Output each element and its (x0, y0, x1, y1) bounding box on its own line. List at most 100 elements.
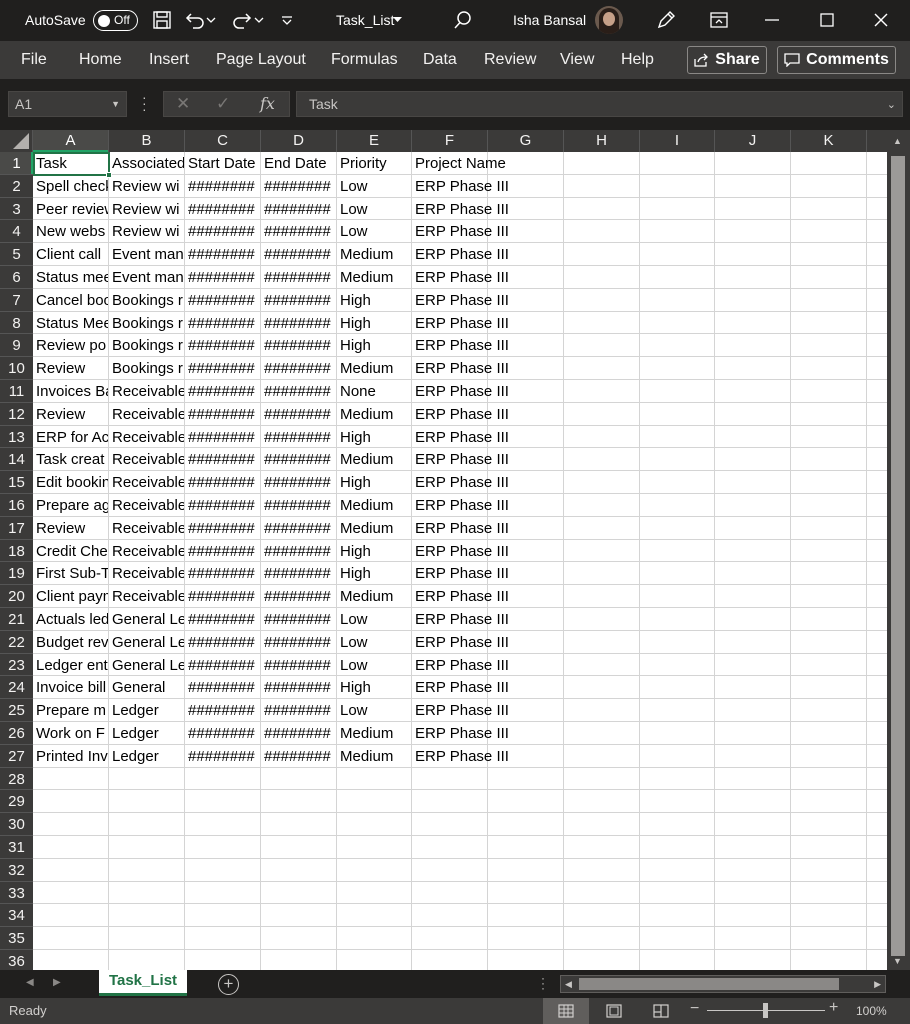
cell-e27[interactable]: Medium (337, 745, 411, 768)
cell-f19[interactable]: ERP Phase III (412, 562, 562, 585)
cell-c9[interactable]: ######## (185, 334, 260, 357)
row-header-13[interactable]: 13 (0, 425, 33, 449)
cell-f16[interactable]: ERP Phase III (412, 494, 562, 517)
prev-sheet-icon[interactable]: ◀ (26, 977, 34, 988)
cell-f4[interactable]: ERP Phase III (412, 220, 562, 243)
cell-a4[interactable]: New webs (33, 220, 108, 243)
cell-e26[interactable]: Medium (337, 722, 411, 745)
name-box[interactable]: A1 ▼ (8, 91, 127, 117)
row-header-11[interactable]: 11 (0, 380, 33, 403)
cell-f2[interactable]: ERP Phase III (412, 175, 562, 198)
tab-review[interactable]: Review (484, 51, 536, 69)
cell-e13[interactable]: High (337, 426, 411, 449)
cell-d13[interactable]: ######## (261, 426, 336, 449)
cell-e10[interactable]: Medium (337, 357, 411, 380)
cell-e15[interactable]: High (337, 471, 411, 494)
title-dropdown-icon[interactable] (390, 8, 404, 32)
cell-b5[interactable]: Event man (109, 243, 184, 266)
row-header-8[interactable]: 8 (0, 311, 33, 335)
cell-d5[interactable]: ######## (261, 243, 336, 266)
cell-b9[interactable]: Bookings r (109, 334, 184, 357)
row-header-21[interactable]: 21 (0, 608, 33, 631)
cell-b21[interactable]: General Le (109, 608, 184, 631)
cell-c27[interactable]: ######## (185, 745, 260, 768)
scroll-up-icon[interactable]: ▲ (893, 136, 902, 146)
cell-d9[interactable]: ######## (261, 334, 336, 357)
row-header-36[interactable]: 36 (0, 950, 33, 970)
page-layout-view-button[interactable] (591, 998, 637, 1024)
column-header-d[interactable]: D (261, 130, 337, 152)
cell-c4[interactable]: ######## (185, 220, 260, 243)
cell-d14[interactable]: ######## (261, 448, 336, 471)
cell-f22[interactable]: ERP Phase III (412, 631, 562, 654)
column-header-a[interactable]: A (33, 130, 109, 152)
cell-b1[interactable]: Associated (109, 152, 184, 175)
cell-a16[interactable]: Prepare ag (33, 494, 108, 517)
cell-a7[interactable]: Cancel boo (33, 289, 108, 312)
column-header-h[interactable]: H (564, 130, 640, 152)
maximize-icon[interactable] (815, 8, 839, 32)
cell-e24[interactable]: High (337, 676, 411, 699)
zoom-out-button[interactable]: − (690, 1000, 699, 1018)
row-header-7[interactable]: 7 (0, 288, 33, 312)
cell-d23[interactable]: ######## (261, 654, 336, 677)
cell-f3[interactable]: ERP Phase III (412, 198, 562, 221)
cell-b19[interactable]: Receivable (109, 562, 184, 585)
horizontal-scrollbar[interactable]: ◀ ▶ (560, 975, 886, 993)
cell-f1[interactable]: Project Name (412, 152, 562, 175)
tab-view[interactable]: View (560, 51, 594, 69)
cell-f5[interactable]: ERP Phase III (412, 243, 562, 266)
pen-icon[interactable] (654, 8, 678, 32)
cell-f23[interactable]: ERP Phase III (412, 654, 562, 677)
cell-f21[interactable]: ERP Phase III (412, 608, 562, 631)
cell-b22[interactable]: General Le (109, 631, 184, 654)
cell-d25[interactable]: ######## (261, 699, 336, 722)
row-header-14[interactable]: 14 (0, 448, 33, 472)
row-header-16[interactable]: 16 (0, 494, 33, 517)
cell-d7[interactable]: ######## (261, 289, 336, 312)
cell-f18[interactable]: ERP Phase III (412, 540, 562, 563)
row-header-2[interactable]: 2 (0, 174, 33, 198)
cell-d1[interactable]: End Date (261, 152, 336, 175)
cell-e7[interactable]: High (337, 289, 411, 312)
cell-f14[interactable]: ERP Phase III (412, 448, 562, 471)
cancel-icon[interactable]: ✕ (176, 94, 190, 114)
cell-a19[interactable]: First Sub-T (33, 562, 108, 585)
cell-a22[interactable]: Budget rev (33, 631, 108, 654)
cell-b14[interactable]: Receivable (109, 448, 184, 471)
cell-e8[interactable]: High (337, 312, 411, 335)
cell-e5[interactable]: Medium (337, 243, 411, 266)
cell-e14[interactable]: Medium (337, 448, 411, 471)
row-header-6[interactable]: 6 (0, 266, 33, 289)
cell-a11[interactable]: Invoices Ba (33, 380, 108, 403)
enter-icon[interactable]: ✓ (216, 94, 230, 114)
cell-c5[interactable]: ######## (185, 243, 260, 266)
cell-d26[interactable]: ######## (261, 722, 336, 745)
cell-b24[interactable]: General (109, 676, 184, 699)
cell-f17[interactable]: ERP Phase III (412, 517, 562, 540)
share-button[interactable]: Share (687, 46, 767, 74)
column-header-b[interactable]: B (109, 130, 185, 152)
cell-b6[interactable]: Event man (109, 266, 184, 289)
cell-b20[interactable]: Receivable (109, 585, 184, 608)
cell-a17[interactable]: Review (33, 517, 108, 540)
cell-c16[interactable]: ######## (185, 494, 260, 517)
row-header-32[interactable]: 32 (0, 858, 33, 882)
cell-b3[interactable]: Review wi (109, 198, 184, 221)
cell-f7[interactable]: ERP Phase III (412, 289, 562, 312)
cell-e2[interactable]: Low (337, 175, 411, 198)
cell-f13[interactable]: ERP Phase III (412, 426, 562, 449)
row-header-34[interactable]: 34 (0, 904, 33, 928)
row-header-12[interactable]: 12 (0, 402, 33, 426)
row-header-19[interactable]: 19 (0, 562, 33, 586)
cell-d3[interactable]: ######## (261, 198, 336, 221)
cell-c2[interactable]: ######## (185, 175, 260, 198)
cell-d21[interactable]: ######## (261, 608, 336, 631)
sheet-tab-task-list[interactable]: Task_List (99, 970, 187, 996)
cell-e20[interactable]: Medium (337, 585, 411, 608)
cell-a10[interactable]: Review (33, 357, 108, 380)
scroll-left-icon[interactable]: ◀ (565, 979, 572, 990)
cell-f12[interactable]: ERP Phase III (412, 403, 562, 426)
cell-e18[interactable]: High (337, 540, 411, 563)
cell-a24[interactable]: Invoice bill (33, 676, 108, 699)
